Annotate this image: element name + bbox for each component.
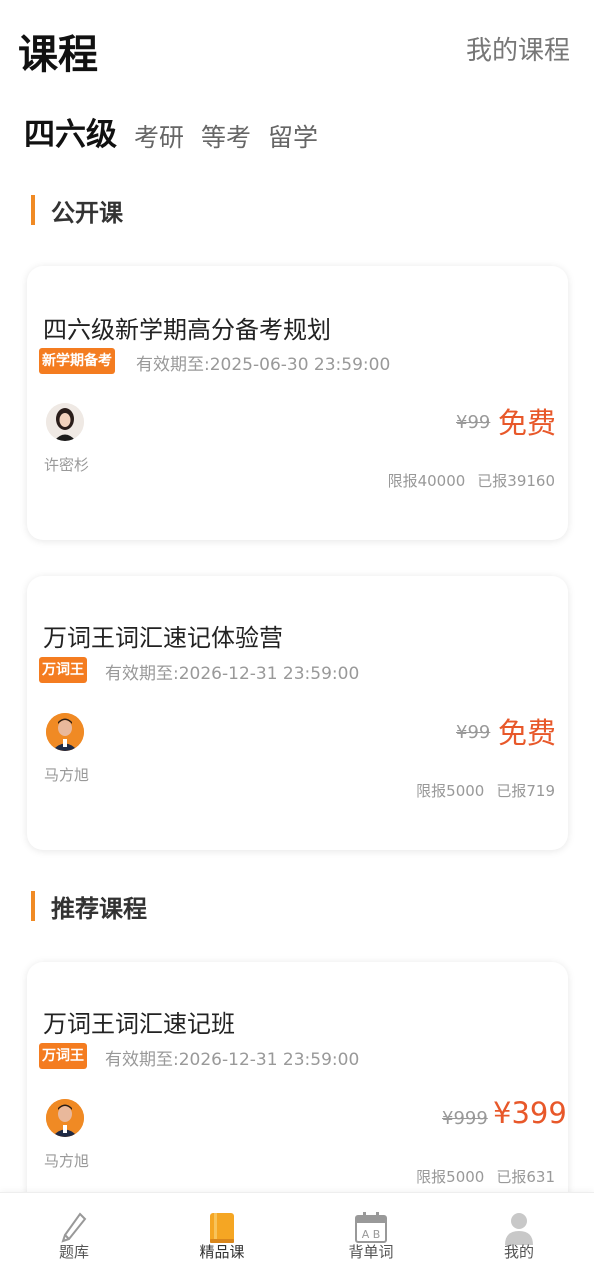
nav-label: 题库 [58, 1243, 89, 1261]
teacher-name: 马方旭 [44, 766, 90, 784]
nav-label: 背单词 [348, 1243, 394, 1261]
section-accent-bar [31, 891, 35, 921]
nav-item-profile[interactable]: 我的 [459, 1193, 579, 1281]
teacher-name: 许密杉 [44, 456, 90, 474]
enroll-count: 已报39160 [477, 472, 555, 490]
original-price: ¥999 [442, 1108, 488, 1129]
current-price: ¥399 [493, 1096, 567, 1130]
header: 课程 我的课程 [0, 0, 594, 100]
nav-label: 精品课 [199, 1243, 245, 1261]
original-price: ¥99 [456, 722, 491, 743]
enroll-limit: 限报5000 [416, 1168, 485, 1186]
course-title: 万词王词汇速记体验营 [43, 624, 283, 652]
course-validity: 有效期至:2025-06-30 23:59:00 [136, 355, 391, 375]
enroll-limit: 限报5000 [416, 782, 485, 800]
category-tabs: 四六级 考研 等考 留学 [24, 110, 335, 154]
section-accent-bar [31, 195, 35, 225]
enroll-count: 已报631 [496, 1168, 555, 1186]
course-tag: 万词王 [39, 1043, 87, 1069]
course-validity: 有效期至:2026-12-31 23:59:00 [105, 664, 360, 684]
teacher-name: 马方旭 [44, 1152, 90, 1170]
current-price: 免费 [498, 406, 557, 440]
tab-study-abroad[interactable]: 留学 [268, 118, 318, 154]
tab-cet[interactable]: 四六级 [24, 109, 117, 154]
enroll-count: 已报719 [496, 782, 555, 800]
enroll-info: 限报40000 已报39160 [376, 470, 555, 491]
original-price: ¥99 [456, 412, 491, 433]
current-price: 免费 [498, 716, 557, 750]
page-title: 课程 [18, 32, 98, 78]
section-title: 推荐课程 [51, 894, 147, 923]
nav-label: 我的 [503, 1243, 534, 1261]
tab-ncre[interactable]: 等考 [201, 118, 251, 154]
teacher-avatar [46, 403, 84, 441]
teacher-avatar [46, 1099, 84, 1137]
svg-text:A B: A B [362, 1228, 381, 1241]
enroll-info: 限报5000 已报719 [404, 780, 555, 801]
course-title: 万词王词汇速记班 [43, 1010, 235, 1038]
course-tag: 新学期备考 [39, 348, 115, 374]
nav-item-question-bank[interactable]: 题库 [14, 1193, 134, 1281]
section-open-courses: 公开课 [31, 195, 123, 227]
section-title: 公开课 [51, 198, 123, 227]
section-recommended-courses: 推荐课程 [31, 891, 147, 923]
my-courses-link[interactable]: 我的课程 [466, 30, 570, 67]
tab-postgrad[interactable]: 考研 [134, 118, 184, 154]
bottom-nav: 题库 精品课 A B 背单词 我的 [0, 1192, 594, 1281]
enroll-info: 限报5000 已报631 [404, 1166, 555, 1187]
course-validity: 有效期至:2026-12-31 23:59:00 [105, 1050, 360, 1070]
teacher-avatar [46, 713, 84, 751]
course-tag: 万词王 [39, 657, 87, 683]
course-card[interactable]: 万词王词汇速记体验营 万词王 有效期至:2026-12-31 23:59:00 … [27, 576, 568, 850]
enroll-limit: 限报40000 [387, 472, 466, 490]
nav-item-vocabulary[interactable]: A B 背单词 [311, 1193, 431, 1281]
course-card[interactable]: 四六级新学期高分备考规划 新学期备考 有效期至:2025-06-30 23:59… [27, 266, 568, 540]
course-title: 四六级新学期高分备考规划 [43, 316, 331, 344]
nav-item-premium-courses[interactable]: 精品课 [162, 1193, 282, 1281]
